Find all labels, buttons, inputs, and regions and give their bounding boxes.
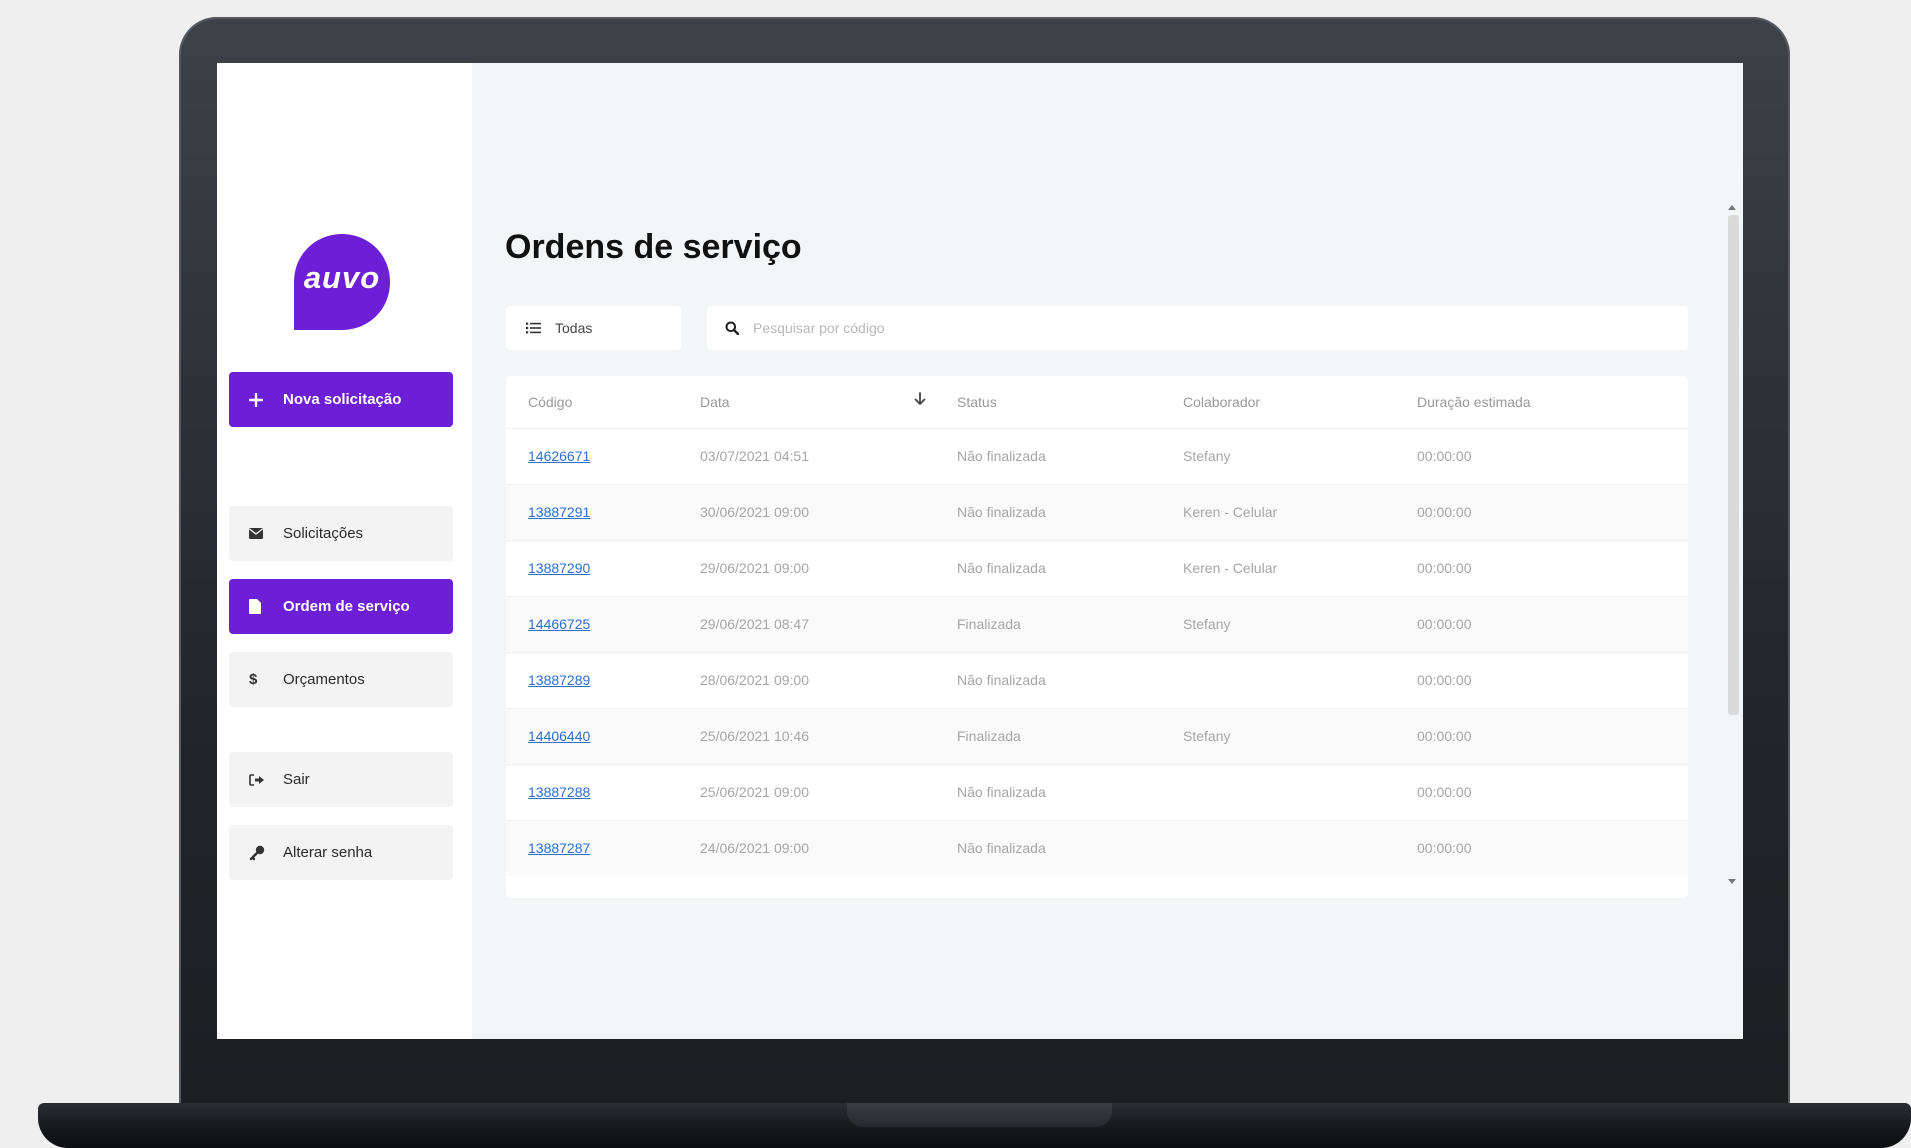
search-icon	[725, 321, 739, 335]
order-status: Finalizada	[957, 728, 1021, 744]
order-date: 29/06/2021 09:00	[700, 560, 809, 576]
sidebar-item-label: Alterar senha	[283, 844, 373, 861]
dollar-icon: $	[249, 671, 258, 688]
plus-icon	[249, 391, 271, 409]
order-date: 30/06/2021 09:00	[700, 504, 809, 520]
order-duration: 00:00:00	[1417, 784, 1472, 800]
sidebar-item-alterar-senha[interactable]: Alterar senha	[229, 825, 453, 880]
laptop-mockup: auvo Nova solicitação Solicitações Ordem…	[0, 0, 1911, 1148]
sidebar-item-sair[interactable]: Sair	[229, 752, 453, 807]
column-header-status[interactable]: Status	[957, 394, 997, 410]
order-status: Não finalizada	[957, 784, 1046, 800]
order-code-link[interactable]: 14406440	[528, 728, 590, 744]
table-header: Código Data Status Colaborador Duração e…	[506, 376, 1688, 428]
filter-label: Todas	[555, 320, 593, 336]
order-collaborator: Stefany	[1183, 728, 1231, 744]
order-duration: 00:00:00	[1417, 560, 1472, 576]
order-collaborator: Stefany	[1183, 616, 1231, 632]
new-request-label: Nova solicitação	[283, 391, 402, 408]
key-icon	[249, 844, 271, 862]
order-code-link[interactable]: 13887287	[528, 840, 590, 856]
order-code-link[interactable]: 13887288	[528, 784, 590, 800]
column-header-duracao[interactable]: Duração estimada	[1417, 394, 1531, 410]
order-duration: 00:00:00	[1417, 672, 1472, 688]
sidebar-item-label: Sair	[283, 771, 310, 788]
column-header-data[interactable]: Data	[700, 394, 730, 410]
order-status: Não finalizada	[957, 560, 1046, 576]
main-content: Ordens de serviço Todas Pesquisar por có…	[472, 63, 1743, 1039]
sidebar-item-label: Solicitações	[283, 525, 364, 542]
table-row[interactable]: 13887289 28/06/2021 09:00 Não finalizada…	[506, 652, 1688, 708]
order-date: 29/06/2021 08:47	[700, 616, 809, 632]
page-title: Ordens de serviço	[505, 228, 802, 266]
column-header-colaborador[interactable]: Colaborador	[1183, 394, 1260, 410]
order-duration: 00:00:00	[1417, 616, 1472, 632]
sign-out-icon	[249, 771, 271, 789]
sidebar-item-ordem-de-servico[interactable]: Ordem de serviço	[229, 579, 453, 634]
scroll-up-arrow-icon[interactable]	[1728, 205, 1736, 210]
sidebar: auvo Nova solicitação Solicitações Ordem…	[217, 63, 472, 1039]
order-date: 03/07/2021 04:51	[700, 448, 809, 464]
order-status: Não finalizada	[957, 672, 1046, 688]
scrollbar[interactable]	[1725, 203, 1739, 893]
order-date: 25/06/2021 10:46	[700, 728, 809, 744]
search-input[interactable]	[753, 320, 1653, 336]
orders-table: Código Data Status Colaborador Duração e…	[506, 376, 1688, 898]
laptop-notch	[847, 1103, 1112, 1127]
auvo-logo: auvo	[292, 232, 392, 332]
column-header-codigo[interactable]: Código	[528, 394, 572, 410]
order-duration: 00:00:00	[1417, 840, 1472, 856]
order-date: 28/06/2021 09:00	[700, 672, 809, 688]
order-code-link[interactable]: 14466725	[528, 616, 590, 632]
scrollbar-thumb[interactable]	[1728, 215, 1739, 715]
order-status: Finalizada	[957, 616, 1021, 632]
status-filter-dropdown[interactable]: Todas	[506, 306, 681, 350]
order-collaborator: Keren - Celular	[1183, 504, 1278, 520]
envelope-icon	[249, 525, 271, 543]
sidebar-item-orcamentos[interactable]: $ Orçamentos	[229, 652, 453, 707]
order-date: 25/06/2021 09:00	[700, 784, 809, 800]
order-code-link[interactable]: 13887289	[528, 672, 590, 688]
table-row[interactable]: 13887291 30/06/2021 09:00 Não finalizada…	[506, 484, 1688, 540]
order-code-link[interactable]: 13887291	[528, 504, 590, 520]
sidebar-item-label: Orçamentos	[283, 671, 365, 688]
logo-text: auvo	[303, 260, 381, 295]
sidebar-item-solicitacoes[interactable]: Solicitações	[229, 506, 453, 561]
order-duration: 00:00:00	[1417, 504, 1472, 520]
order-collaborator: Stefany	[1183, 448, 1231, 464]
table-row[interactable]: 13887288 25/06/2021 09:00 Não finalizada…	[506, 764, 1688, 820]
order-date: 24/06/2021 09:00	[700, 840, 809, 856]
app-screen: auvo Nova solicitação Solicitações Ordem…	[217, 63, 1743, 1039]
new-request-button[interactable]: Nova solicitação	[229, 372, 453, 427]
table-row[interactable]: 13887287 24/06/2021 09:00 Não finalizada…	[506, 820, 1688, 876]
table-row[interactable]: 14626671 03/07/2021 04:51 Não finalizada…	[506, 428, 1688, 484]
order-status: Não finalizada	[957, 504, 1046, 520]
sort-descending-icon[interactable]	[914, 392, 926, 409]
order-status: Não finalizada	[957, 840, 1046, 856]
scroll-down-arrow-icon[interactable]	[1728, 879, 1736, 884]
table-row[interactable]: 13887290 29/06/2021 09:00 Não finalizada…	[506, 540, 1688, 596]
order-status: Não finalizada	[957, 448, 1046, 464]
list-icon	[526, 322, 541, 334]
order-duration: 00:00:00	[1417, 448, 1472, 464]
order-collaborator: Keren - Celular	[1183, 560, 1278, 576]
sidebar-item-label: Ordem de serviço	[283, 598, 410, 615]
order-code-link[interactable]: 13887290	[528, 560, 590, 576]
order-duration: 00:00:00	[1417, 728, 1472, 744]
table-row[interactable]: 14406440 25/06/2021 10:46 Finalizada Ste…	[506, 708, 1688, 764]
document-icon	[249, 598, 271, 616]
search-bar	[707, 306, 1688, 350]
table-row[interactable]: 14466725 29/06/2021 08:47 Finalizada Ste…	[506, 596, 1688, 652]
order-code-link[interactable]: 14626671	[528, 448, 590, 464]
